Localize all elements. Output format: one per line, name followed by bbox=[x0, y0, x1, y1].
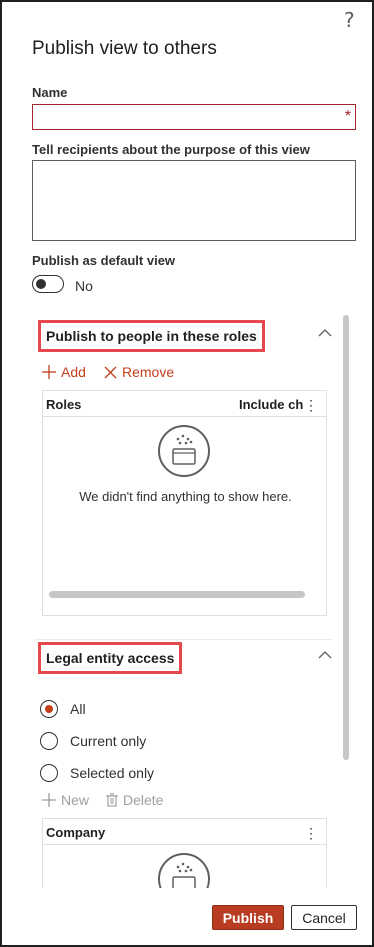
roles-grid-horizontal-scrollbar[interactable] bbox=[49, 591, 305, 598]
radio-button[interactable] bbox=[40, 700, 58, 718]
empty-folder-icon bbox=[158, 853, 210, 888]
roles-empty-message: We didn't find anything to show here. bbox=[79, 489, 292, 504]
column-header-company[interactable]: Company bbox=[46, 825, 105, 840]
empty-folder-icon bbox=[158, 425, 210, 477]
question-mark-icon[interactable]: ? bbox=[344, 8, 355, 32]
roles-grid-header: Roles Include ch ⋮ bbox=[43, 391, 326, 417]
delete-company-label: Delete bbox=[123, 792, 164, 808]
remove-role-button[interactable]: Remove bbox=[104, 364, 174, 380]
cancel-button[interactable]: Cancel bbox=[291, 905, 357, 930]
name-input[interactable]: * bbox=[32, 104, 356, 130]
remove-role-label: Remove bbox=[122, 364, 175, 380]
dialog-title: Publish view to others bbox=[32, 38, 217, 59]
name-label: Name bbox=[32, 85, 68, 100]
radio-all-label: All bbox=[70, 701, 86, 717]
more-options-icon[interactable]: ⋮ bbox=[304, 397, 318, 414]
publish-view-dialog: ? Publish view to others Name * Tell rec… bbox=[0, 0, 374, 947]
legal-entity-section-header[interactable]: Legal entity access bbox=[34, 640, 332, 674]
radio-current-only-label: Current only bbox=[70, 733, 147, 749]
close-icon bbox=[104, 366, 117, 378]
vertical-scrollbar[interactable] bbox=[343, 315, 349, 760]
default-view-toggle[interactable] bbox=[32, 275, 64, 293]
add-role-label: Add bbox=[61, 364, 86, 380]
radio-button[interactable] bbox=[40, 732, 58, 750]
roles-grid: Roles Include ch ⋮ We didn't find anythi… bbox=[42, 390, 327, 616]
roles-section-header[interactable]: Publish to people in these roles bbox=[34, 318, 332, 352]
company-grid-header: Company ⋮ bbox=[43, 819, 326, 845]
sections-scroll-area[interactable]: Publish to people in these roles Add Rem… bbox=[22, 304, 340, 888]
column-header-roles[interactable]: Roles bbox=[46, 397, 81, 412]
radio-selected-only-label: Selected only bbox=[70, 765, 155, 781]
add-role-button[interactable]: Add bbox=[42, 364, 86, 380]
purpose-textarea[interactable] bbox=[32, 160, 356, 241]
company-grid: Company ⋮ bbox=[42, 818, 327, 888]
more-options-icon[interactable]: ⋮ bbox=[304, 825, 318, 842]
purpose-label: Tell recipients about the purpose of thi… bbox=[32, 142, 310, 157]
toggle-knob bbox=[36, 279, 46, 289]
trash-icon bbox=[106, 793, 118, 807]
chevron-up-icon[interactable] bbox=[318, 648, 332, 662]
radio-current-only[interactable]: Current only bbox=[40, 732, 146, 750]
delete-company-button[interactable]: Delete bbox=[106, 792, 163, 808]
radio-all[interactable]: All bbox=[40, 700, 86, 718]
plus-icon bbox=[42, 365, 56, 379]
column-header-include-children[interactable]: Include ch bbox=[239, 397, 303, 412]
chevron-up-icon[interactable] bbox=[318, 326, 332, 340]
new-company-button[interactable]: New bbox=[42, 792, 89, 808]
plus-icon bbox=[42, 793, 56, 807]
default-view-label: Publish as default view bbox=[32, 253, 176, 268]
legal-entity-section-title: Legal entity access bbox=[38, 642, 183, 674]
required-marker: * bbox=[344, 108, 351, 125]
new-company-label: New bbox=[61, 792, 90, 808]
radio-button[interactable] bbox=[40, 764, 58, 782]
publish-button[interactable]: Publish bbox=[212, 905, 284, 930]
roles-section-title: Publish to people in these roles bbox=[38, 320, 265, 352]
radio-selected-only[interactable]: Selected only bbox=[40, 764, 154, 782]
default-view-toggle-text: No bbox=[75, 278, 93, 294]
